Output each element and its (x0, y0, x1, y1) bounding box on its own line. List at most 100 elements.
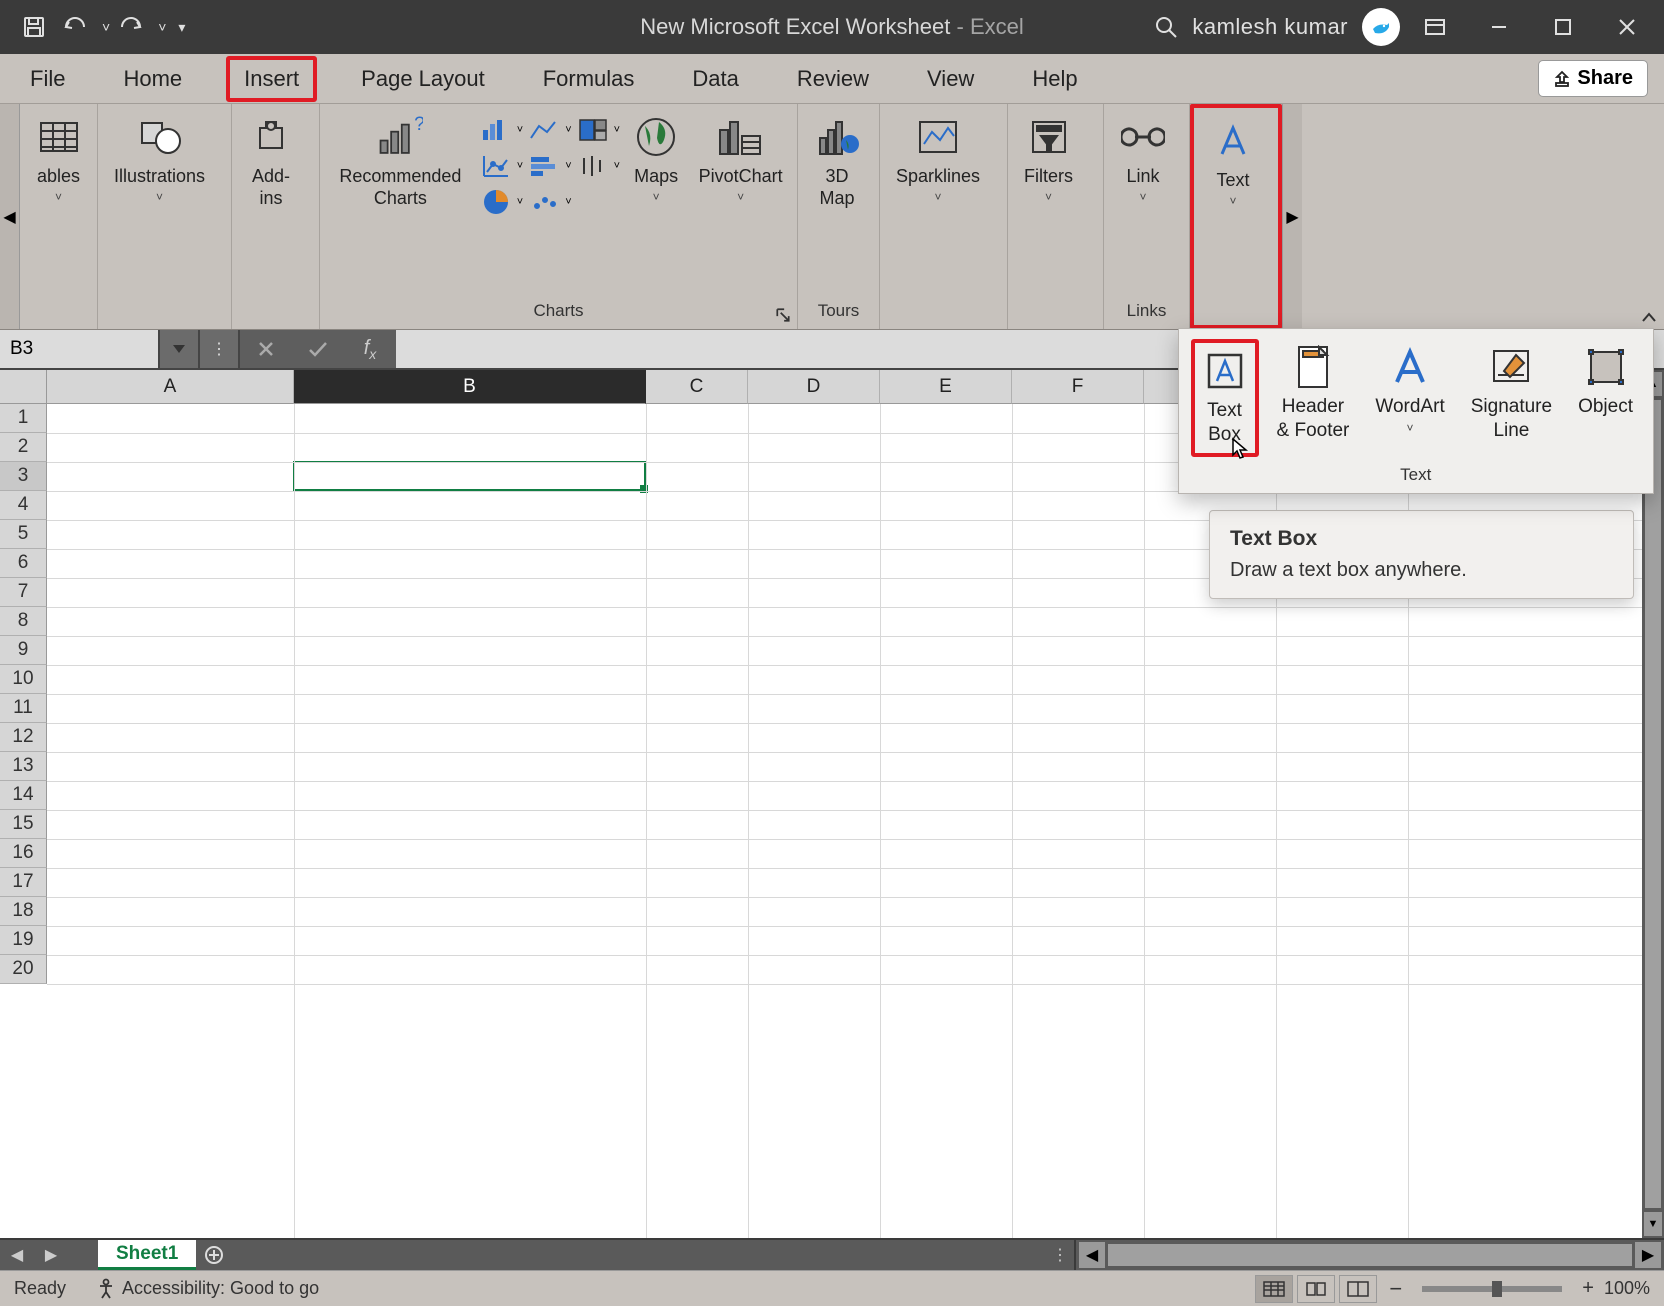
zoom-level[interactable]: 100% (1604, 1278, 1650, 1299)
close-button[interactable] (1598, 4, 1656, 50)
scatter-chart-button[interactable] (479, 152, 513, 180)
row-header[interactable]: 7 (0, 578, 47, 607)
sparklines-button[interactable]: Sparklines ˅ (888, 110, 988, 208)
textbox-button[interactable]: Text Box (1191, 339, 1259, 457)
sheet-tab-scroll-menu[interactable]: ⋮ (1044, 1240, 1074, 1270)
accessibility-status[interactable]: Accessibility: Good to go (96, 1278, 319, 1300)
row-header[interactable]: 4 (0, 491, 47, 520)
row-header[interactable]: 8 (0, 607, 47, 636)
tab-home[interactable]: Home (109, 60, 196, 98)
row-header[interactable]: 20 (0, 955, 47, 984)
row-header[interactable]: 14 (0, 781, 47, 810)
sheet-tab[interactable]: Sheet1 (98, 1240, 196, 1270)
dialog-launcher-icon[interactable] (775, 307, 791, 323)
undo-button[interactable] (58, 7, 98, 47)
column-header[interactable]: E (880, 370, 1012, 404)
tab-file[interactable]: File (16, 60, 79, 98)
tab-help[interactable]: Help (1018, 60, 1091, 98)
link-button[interactable]: Link ˅ (1112, 110, 1174, 208)
sheet-prev-button[interactable]: ◀ (0, 1240, 34, 1270)
bar-chart-button[interactable] (527, 152, 561, 180)
enter-formula-button[interactable] (292, 330, 344, 368)
row-header[interactable]: 1 (0, 404, 47, 433)
ribbon-scroll-right[interactable]: ▶ (1282, 104, 1302, 329)
view-normal-button[interactable] (1255, 1275, 1293, 1303)
maximize-button[interactable] (1534, 4, 1592, 50)
search-button[interactable] (1146, 7, 1186, 47)
chevron-down-icon[interactable]: ˅ (158, 19, 166, 35)
spreadsheet-grid[interactable]: ABCDEFGH 1234567891011121314151617181920… (0, 370, 1664, 1238)
row-header[interactable]: 5 (0, 520, 47, 549)
header-footer-button[interactable]: Header & Footer (1269, 339, 1358, 457)
tab-insert[interactable]: Insert (226, 56, 317, 102)
select-all-corner[interactable] (0, 370, 47, 404)
row-header[interactable]: 17 (0, 868, 47, 897)
column-header[interactable]: B (294, 370, 646, 404)
map3d-button[interactable]: 3D Map (806, 110, 868, 213)
combo-chart-button[interactable] (527, 188, 561, 216)
pivotchart-button[interactable]: PivotChart ˅ (692, 110, 789, 208)
tab-formulas[interactable]: Formulas (529, 60, 649, 98)
row-header[interactable]: 11 (0, 694, 47, 723)
view-page-layout-button[interactable] (1297, 1275, 1335, 1303)
row-header[interactable]: 13 (0, 752, 47, 781)
column-header[interactable]: A (47, 370, 294, 404)
maps-button[interactable]: Maps ˅ (626, 110, 686, 208)
column-header[interactable]: F (1012, 370, 1144, 404)
illustrations-button[interactable]: Illustrations ˅ (106, 110, 213, 208)
column-header[interactable]: C (646, 370, 748, 404)
tables-button[interactable]: ables ˅ (28, 110, 89, 208)
tab-data[interactable]: Data (678, 60, 752, 98)
name-box[interactable]: B3 (0, 330, 160, 368)
treemap-chart-button[interactable] (576, 116, 610, 144)
zoom-slider[interactable] (1422, 1286, 1562, 1292)
ribbon-display-button[interactable] (1406, 4, 1464, 50)
stock-chart-button[interactable] (576, 152, 610, 180)
user-avatar[interactable] (1362, 8, 1400, 46)
row-header[interactable]: 3 (0, 462, 47, 491)
tab-view[interactable]: View (913, 60, 988, 98)
column-chart-button[interactable] (479, 116, 513, 144)
row-header[interactable]: 9 (0, 636, 47, 665)
selected-cell[interactable] (293, 461, 646, 491)
object-button[interactable]: Object (1570, 339, 1641, 457)
tab-page-layout[interactable]: Page Layout (347, 60, 499, 98)
wordart-button[interactable]: WordArt ˅ (1367, 339, 1452, 457)
row-header[interactable]: 18 (0, 897, 47, 926)
zoom-out-button[interactable]: − (1389, 1276, 1402, 1302)
tab-review[interactable]: Review (783, 60, 883, 98)
row-header[interactable]: 6 (0, 549, 47, 578)
row-header[interactable]: 10 (0, 665, 47, 694)
chevron-down-icon[interactable]: ˅ (102, 19, 110, 35)
column-header[interactable]: D (748, 370, 880, 404)
redo-button[interactable] (114, 7, 154, 47)
view-page-break-button[interactable] (1339, 1275, 1377, 1303)
collapse-ribbon-icon[interactable] (1640, 309, 1658, 327)
share-button[interactable]: Share (1538, 60, 1648, 97)
row-header[interactable]: 12 (0, 723, 47, 752)
new-sheet-button[interactable] (196, 1240, 232, 1270)
insert-function-button[interactable]: fx (344, 330, 396, 368)
row-header[interactable]: 2 (0, 433, 47, 462)
zoom-in-button[interactable]: + (1582, 1277, 1594, 1300)
row-header[interactable]: 15 (0, 810, 47, 839)
signature-line-button[interactable]: Signature Line (1463, 339, 1560, 457)
addins-button[interactable]: Add- ins (240, 110, 302, 213)
filters-button[interactable]: Filters ˅ (1016, 110, 1081, 208)
sheet-next-button[interactable]: ▶ (34, 1240, 68, 1270)
minimize-button[interactable] (1470, 4, 1528, 50)
formula-bar-menu[interactable]: ⋮ (200, 330, 240, 368)
row-header[interactable]: 19 (0, 926, 47, 955)
horizontal-scrollbar[interactable]: ◀ ▶ (1074, 1240, 1664, 1270)
name-box-dropdown[interactable] (160, 330, 200, 368)
text-group-button[interactable]: Text ˅ (1202, 114, 1264, 212)
pie-chart-button[interactable] (479, 188, 513, 216)
save-button[interactable] (14, 7, 54, 47)
user-name[interactable]: kamlesh kumar (1192, 14, 1348, 40)
row-header[interactable]: 16 (0, 839, 47, 868)
line-chart-button[interactable] (527, 116, 561, 144)
vertical-scrollbar[interactable]: ▲ ▼ (1642, 370, 1664, 1238)
cancel-formula-button[interactable] (240, 330, 292, 368)
ribbon-scroll-left[interactable]: ◀ (0, 104, 20, 329)
recommended-charts-button[interactable]: ? Recommended Charts (328, 110, 473, 213)
